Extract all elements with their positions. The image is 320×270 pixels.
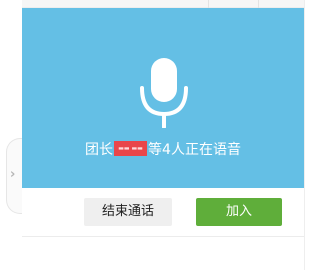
member-name-redacted: ▬▬ ▬▬ [118, 144, 143, 152]
top-divider [208, 0, 209, 8]
member-name-tag: ▬▬ ▬▬ [114, 140, 148, 156]
voice-status-text: 团长 ▬▬ ▬▬ 等4人正在语音 [22, 140, 304, 160]
end-call-button[interactable]: 结束通话 [84, 198, 172, 226]
bottom-area [22, 237, 305, 270]
voice-action-bar: 结束通话 加入 [22, 188, 304, 236]
microphone-icon [140, 58, 188, 128]
left-rail [0, 0, 9, 270]
voice-status-prefix: 团长 [85, 142, 114, 158]
top-strip [22, 0, 304, 8]
right-edge-panel [304, 0, 316, 270]
join-button[interactable]: 加入 [196, 198, 282, 226]
voice-call-card: 团长 ▬▬ ▬▬ 等4人正在语音 [22, 8, 304, 188]
voice-status-suffix: 等4人正在语音 [148, 142, 241, 158]
top-divider [258, 0, 259, 8]
chevron-right-icon[interactable]: › [10, 168, 20, 182]
